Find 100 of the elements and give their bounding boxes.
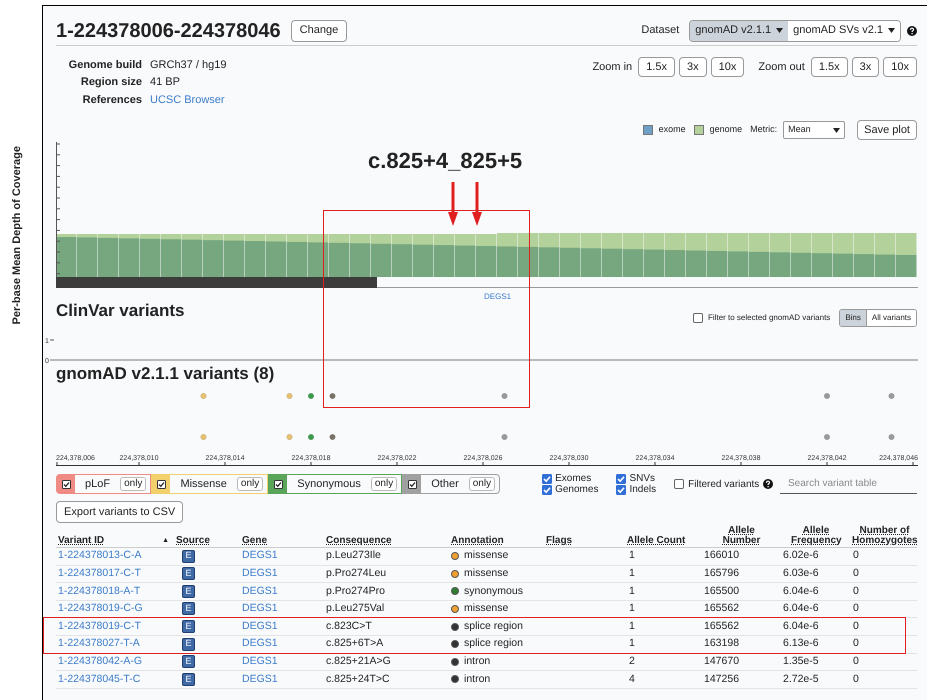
only-button[interactable]: only bbox=[120, 477, 146, 491]
homozygotes-cell-text: 0 bbox=[852, 548, 860, 564]
gene-link[interactable]: DEGS1 bbox=[242, 636, 326, 652]
only-button[interactable]: only bbox=[370, 477, 398, 491]
consequence-cell-text: p.Leu275Val bbox=[326, 601, 386, 616]
view-toggle[interactable]: Bins bbox=[840, 310, 866, 326]
allele-number-cell-text: 166010 bbox=[703, 548, 740, 564]
gene-link[interactable]: DEGS1 bbox=[484, 292, 512, 301]
legend-label: exome bbox=[658, 123, 686, 136]
checkbox-label: Indels bbox=[629, 484, 656, 495]
info-label: Region size bbox=[80, 75, 142, 90]
gene-link[interactable]: DEGS1 bbox=[242, 548, 326, 564]
checkbox-label: Filter to selected gnomAD variants bbox=[708, 312, 830, 324]
gene-link[interactable]: DEGS1 bbox=[242, 566, 326, 582]
column-header[interactable]: Allele Number bbox=[702, 526, 781, 546]
allele-frequency-cell-text: 1.35e-5 bbox=[782, 654, 820, 669]
variant-link[interactable]: 1-224378045-T-C bbox=[56, 672, 174, 688]
export-csv-button[interactable]: Export variants to CSV bbox=[56, 501, 184, 523]
column-header[interactable]: Variant ID bbox=[56, 536, 104, 546]
variant-link[interactable]: 1-224378019-C-T bbox=[56, 618, 174, 635]
annotation-label: c.825+4_825+5 bbox=[368, 148, 522, 174]
variant-link[interactable]: 1-224378042-A-G bbox=[56, 654, 174, 670]
view-toggle[interactable]: All variants bbox=[866, 310, 916, 326]
consequence-cell-text: c.825+21A>G bbox=[326, 654, 392, 669]
allele-frequency-cell-text: 6.02e-6 bbox=[782, 548, 820, 564]
column-header[interactable]: Source bbox=[174, 536, 242, 546]
variant-link[interactable]: 1-224378017-C-T bbox=[56, 566, 174, 582]
track-title: gnomAD v2.1.1 variants (8) bbox=[56, 363, 276, 385]
allele-count-cell-text: 1 bbox=[628, 548, 636, 564]
category-label: Missense bbox=[179, 476, 228, 492]
variant-link[interactable]: 1-224378019-C-G bbox=[56, 601, 174, 617]
zoom-out-button[interactable]: 3x bbox=[852, 57, 880, 77]
annotation-cell-text: intron bbox=[464, 672, 490, 687]
zoom-out-button[interactable]: 1.5x bbox=[810, 57, 848, 77]
checkbox-label: SNVs bbox=[629, 473, 656, 484]
zoom-in-label: Zoom in bbox=[592, 60, 632, 75]
annotation-cell-text: splice region bbox=[464, 618, 523, 634]
gene-link[interactable]: DEGS1 bbox=[242, 601, 326, 617]
gene-link[interactable]: DEGS1 bbox=[242, 672, 326, 688]
annotation-cell-text: synonymous bbox=[464, 584, 523, 599]
search-field[interactable]: Search variant table bbox=[780, 474, 917, 494]
column-header[interactable]: Allele Count bbox=[627, 536, 702, 546]
zoom-in-button[interactable]: 10x bbox=[710, 57, 744, 77]
gene-link[interactable]: DEGS1 bbox=[242, 654, 326, 670]
allele-count-cell-text: 1 bbox=[628, 636, 636, 652]
checkbox-label: Exomes bbox=[555, 473, 592, 484]
dataset-label: Dataset bbox=[641, 23, 680, 38]
annotation-cell-text: missense bbox=[464, 548, 508, 564]
allele-count-cell-text: 1 bbox=[628, 618, 636, 634]
axis-label: Per-base Mean Depth of Coverage bbox=[10, 146, 24, 324]
source-badge: E bbox=[182, 638, 195, 651]
page-title: 1-224378006-224378046 bbox=[56, 18, 281, 44]
consequence-cell-text: p.Leu273Ile bbox=[326, 548, 382, 564]
only-button[interactable]: only bbox=[236, 477, 264, 491]
homozygotes-cell-text: 0 bbox=[852, 584, 860, 599]
annotation-cell-text: splice region bbox=[464, 636, 523, 652]
zoom-in-button[interactable]: 1.5x bbox=[638, 57, 675, 77]
allele-number-cell-text: 147256 bbox=[703, 672, 740, 687]
info-link[interactable]: UCSC Browser bbox=[150, 92, 226, 109]
variant-link[interactable]: 1-224378027-T-A bbox=[56, 636, 174, 652]
only-button[interactable]: only bbox=[468, 477, 496, 491]
allele-frequency-cell-text: 6.04e-6 bbox=[782, 601, 820, 616]
dataset-option[interactable]: gnomAD SVs v2.1 bbox=[788, 20, 900, 40]
track-title: ClinVar variants bbox=[56, 301, 185, 321]
allele-frequency-cell-text: 6.04e-6 bbox=[782, 618, 820, 634]
variant-link[interactable]: 1-224378013-C-A bbox=[56, 548, 174, 564]
allele-number-cell-text: 163198 bbox=[703, 636, 740, 652]
consequence-cell-text: c.825+6T>A bbox=[326, 636, 384, 652]
gene-link[interactable]: DEGS1 bbox=[242, 618, 326, 635]
info-label: Genome build bbox=[68, 58, 142, 73]
column-header[interactable]: Consequence bbox=[326, 536, 451, 546]
category-label: pLoF bbox=[84, 476, 112, 492]
allele-frequency-cell-text: 2.72e-5 bbox=[782, 672, 820, 687]
homozygotes-cell-text: 0 bbox=[852, 636, 860, 652]
column-header[interactable]: Annotation bbox=[451, 536, 546, 546]
column-header[interactable]: Gene bbox=[242, 536, 326, 546]
allele-count-cell-text: 1 bbox=[628, 566, 636, 582]
column-header[interactable]: Allele Frequency bbox=[781, 526, 851, 546]
change-button[interactable]: Change bbox=[290, 20, 348, 42]
metric-select[interactable]: Mean bbox=[783, 121, 846, 139]
allele-frequency-cell-text: 6.03e-6 bbox=[782, 566, 820, 582]
zoom-in-button[interactable]: 3x bbox=[678, 57, 707, 77]
source-badge: E bbox=[182, 567, 195, 580]
save-plot-button[interactable]: Save plot bbox=[857, 120, 917, 140]
zoom-out-button[interactable]: 10x bbox=[883, 57, 917, 77]
allele-count-cell-text: 4 bbox=[628, 672, 636, 687]
allele-number-cell-text: 165500 bbox=[703, 584, 740, 599]
checkbox-label: Genomes bbox=[555, 484, 598, 495]
source-badge: E bbox=[182, 672, 195, 686]
source-badge: E bbox=[182, 584, 195, 598]
dataset-option[interactable]: gnomAD v2.1.1 bbox=[690, 20, 788, 40]
category-label: Synonymous bbox=[296, 476, 362, 492]
column-header[interactable]: Number of Homozygotes bbox=[851, 526, 918, 546]
allele-frequency-cell-text: 6.13e-6 bbox=[782, 636, 820, 652]
zoom-out-label: Zoom out bbox=[758, 60, 805, 75]
info-value: 41 BP bbox=[150, 75, 181, 90]
column-header[interactable]: Flags bbox=[546, 536, 627, 546]
allele-number-cell-text: 147670 bbox=[703, 654, 740, 669]
gene-link[interactable]: DEGS1 bbox=[242, 584, 326, 600]
variant-link[interactable]: 1-224378018-A-T bbox=[56, 584, 174, 600]
